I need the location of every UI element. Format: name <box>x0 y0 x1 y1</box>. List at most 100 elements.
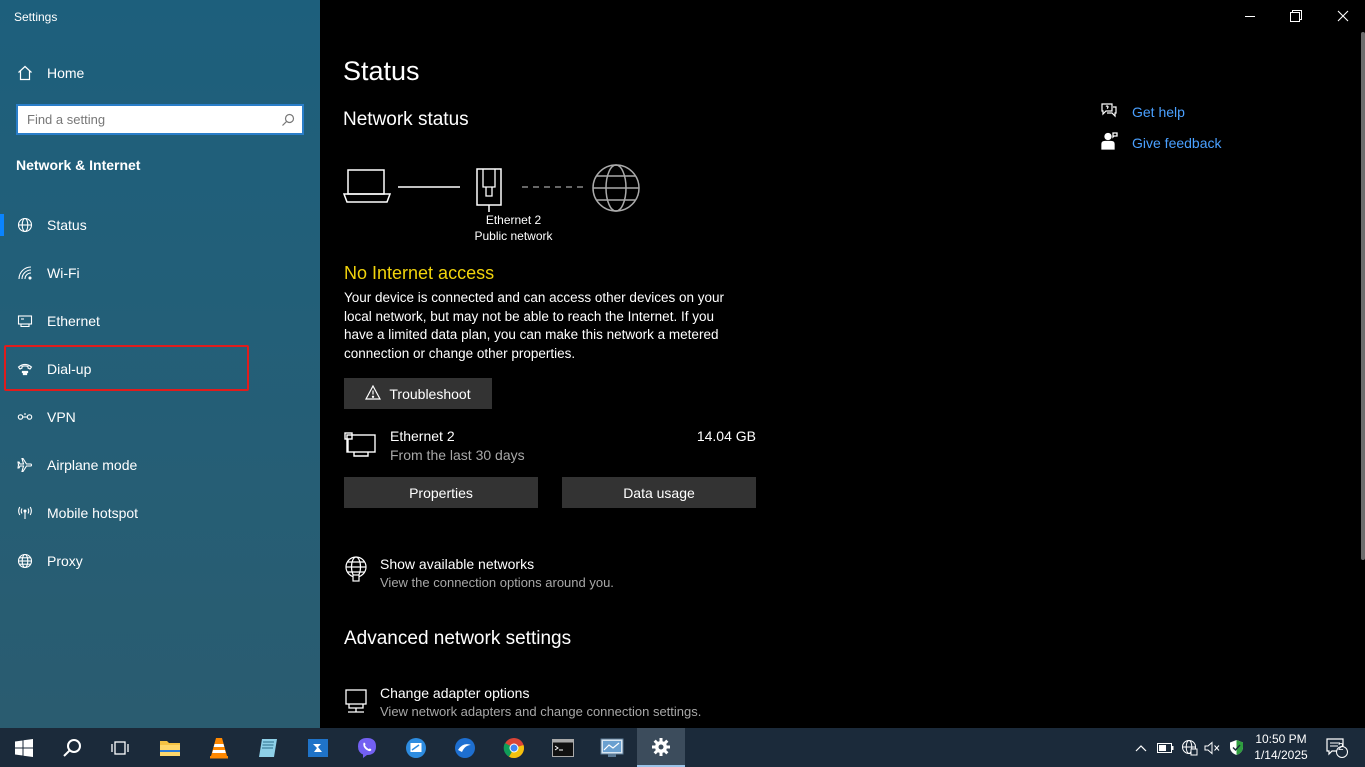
show-networks-title: Show available networks <box>380 556 535 572</box>
sidebar-item-dialup[interactable]: Dial-up <box>0 345 320 393</box>
settings-taskbar-button[interactable] <box>637 728 685 767</box>
network-tray-button[interactable] <box>1178 728 1200 767</box>
search-icon <box>63 738 81 757</box>
gear-icon <box>652 737 670 756</box>
restore-button[interactable] <box>1273 0 1319 32</box>
notifications-button[interactable]: 2 <box>1320 728 1354 767</box>
sidebar-item-mobile-hotspot[interactable]: Mobile hotspot <box>0 489 320 537</box>
globe-network-icon <box>0 217 47 233</box>
battery-icon <box>1156 742 1173 753</box>
restore-icon <box>1290 10 1302 22</box>
sidebar-item-label: Mobile hotspot <box>47 505 139 521</box>
notification-count: 2 <box>1338 742 1344 753</box>
connection-period: From the last 30 days <box>390 447 525 463</box>
laptop-base <box>342 193 392 203</box>
sidebar-item-wifi[interactable]: Wi-Fi <box>0 249 320 297</box>
show-networks-subtitle: View the connection options around you. <box>380 575 614 590</box>
search-taskbar-button[interactable] <box>48 728 96 767</box>
network-status-title: Network status <box>343 109 469 130</box>
sidebar-item-status[interactable]: Status <box>0 201 320 249</box>
main-content: Status Network status Ethernet 2 Public … <box>320 0 1365 728</box>
network-type: Public network <box>474 229 553 243</box>
give-feedback-link[interactable]: Give feedback <box>1100 132 1222 153</box>
sidebar-item-label: Dial-up <box>47 361 92 377</box>
file-explorer-button[interactable] <box>146 728 194 767</box>
wifi-icon <box>0 265 47 281</box>
section-title: Network & Internet <box>16 157 141 173</box>
ethernet-icon <box>0 313 47 329</box>
connection-name: Ethernet 2 <box>390 428 455 444</box>
get-help-label: Get help <box>1132 103 1185 120</box>
vlc-icon <box>210 737 228 758</box>
adapter-name: Ethernet 2 <box>485 213 542 227</box>
notepad-icon <box>259 738 277 757</box>
battery-tray-button[interactable] <box>1154 728 1176 767</box>
home-label: Home <box>47 65 85 81</box>
sidebar-item-ethernet[interactable]: Ethernet <box>0 297 320 345</box>
sidebar-nav: Status Wi-Fi Ethernet Dial-up VPN Airpla… <box>0 201 320 585</box>
sidebar-item-label: Proxy <box>47 553 83 569</box>
wave-app-button[interactable] <box>441 728 489 767</box>
control-panel-button[interactable] <box>588 728 636 767</box>
terminal-button[interactable] <box>539 728 587 767</box>
close-button[interactable] <box>1320 0 1365 32</box>
clock-date: 1/14/2025 <box>1254 748 1308 762</box>
feedback-icon <box>1100 132 1118 153</box>
sidebar-item-label: Ethernet <box>47 313 100 329</box>
search-box[interactable] <box>16 104 304 135</box>
clock-time: 10:50 PM <box>1255 732 1307 746</box>
notification-icon <box>1326 737 1348 758</box>
properties-button[interactable]: Properties <box>344 477 538 508</box>
troubleshoot-label: Troubleshoot <box>389 385 471 402</box>
warning-icon <box>365 384 382 403</box>
minimize-button[interactable] <box>1227 0 1273 32</box>
sidebar-item-vpn[interactable]: VPN <box>0 393 320 441</box>
network-diagram: Ethernet 2 Public network <box>342 160 643 250</box>
hotspot-icon <box>0 505 47 521</box>
get-help-icon <box>1100 101 1118 122</box>
vlc-button[interactable] <box>195 728 243 767</box>
start-button[interactable] <box>0 728 48 767</box>
taskbar: 10:50 PM 1/14/2025 2 <box>0 728 1365 767</box>
airplane-icon <box>0 457 47 473</box>
viber-button[interactable] <box>343 728 391 767</box>
chrome-icon <box>503 737 524 758</box>
show-hidden-icons-button[interactable] <box>1130 728 1152 767</box>
sidebar-item-airplane-mode[interactable]: Airplane mode <box>0 441 320 489</box>
data-usage-button[interactable]: Data usage <box>562 477 756 508</box>
adapter-options-title: Change adapter options <box>380 685 530 701</box>
volume-muted-icon <box>1204 740 1219 755</box>
internet-globe-icon <box>592 164 640 212</box>
shield-icon <box>1229 740 1243 755</box>
troubleshoot-button[interactable]: Troubleshoot <box>344 378 492 409</box>
volume-tray-button[interactable] <box>1201 728 1223 767</box>
app-title: Settings <box>14 10 58 24</box>
sidebar-item-proxy[interactable]: Proxy <box>0 537 320 585</box>
search-icon[interactable] <box>274 113 302 127</box>
network-diagram-graphic <box>342 164 640 212</box>
security-tray-button[interactable] <box>1225 728 1247 767</box>
chrome-button[interactable] <box>490 728 538 767</box>
task-view-button[interactable] <box>96 728 144 767</box>
remote-app-icon <box>308 738 328 757</box>
show-networks-link[interactable]: Show available networks View the connect… <box>344 556 764 596</box>
get-help-link[interactable]: Get help <box>1100 101 1185 122</box>
search-input[interactable] <box>18 106 274 133</box>
notepad-app-button[interactable] <box>244 728 292 767</box>
scrollbar[interactable] <box>1361 32 1365 560</box>
remote-app-button[interactable] <box>294 728 342 767</box>
globe-icon <box>0 553 47 569</box>
advanced-settings-title: Advanced network settings <box>344 628 572 649</box>
messaging-app-button[interactable] <box>392 728 440 767</box>
clock[interactable]: 10:50 PM 1/14/2025 <box>1250 731 1312 763</box>
windows-logo-icon <box>15 738 33 757</box>
ethernet-adapter-icon <box>344 430 378 463</box>
connection-usage: 14.04 GB <box>696 428 756 444</box>
task-view-icon <box>111 740 129 755</box>
connection-row: Ethernet 2 From the last 30 days 14.04 G… <box>344 426 756 466</box>
vpn-icon <box>0 409 47 425</box>
sidebar-item-home[interactable]: Home <box>0 57 320 89</box>
sidebar-item-label: Wi-Fi <box>47 265 80 281</box>
change-adapter-options-link[interactable]: Change adapter options View network adap… <box>344 685 764 725</box>
laptop-icon <box>347 169 385 195</box>
